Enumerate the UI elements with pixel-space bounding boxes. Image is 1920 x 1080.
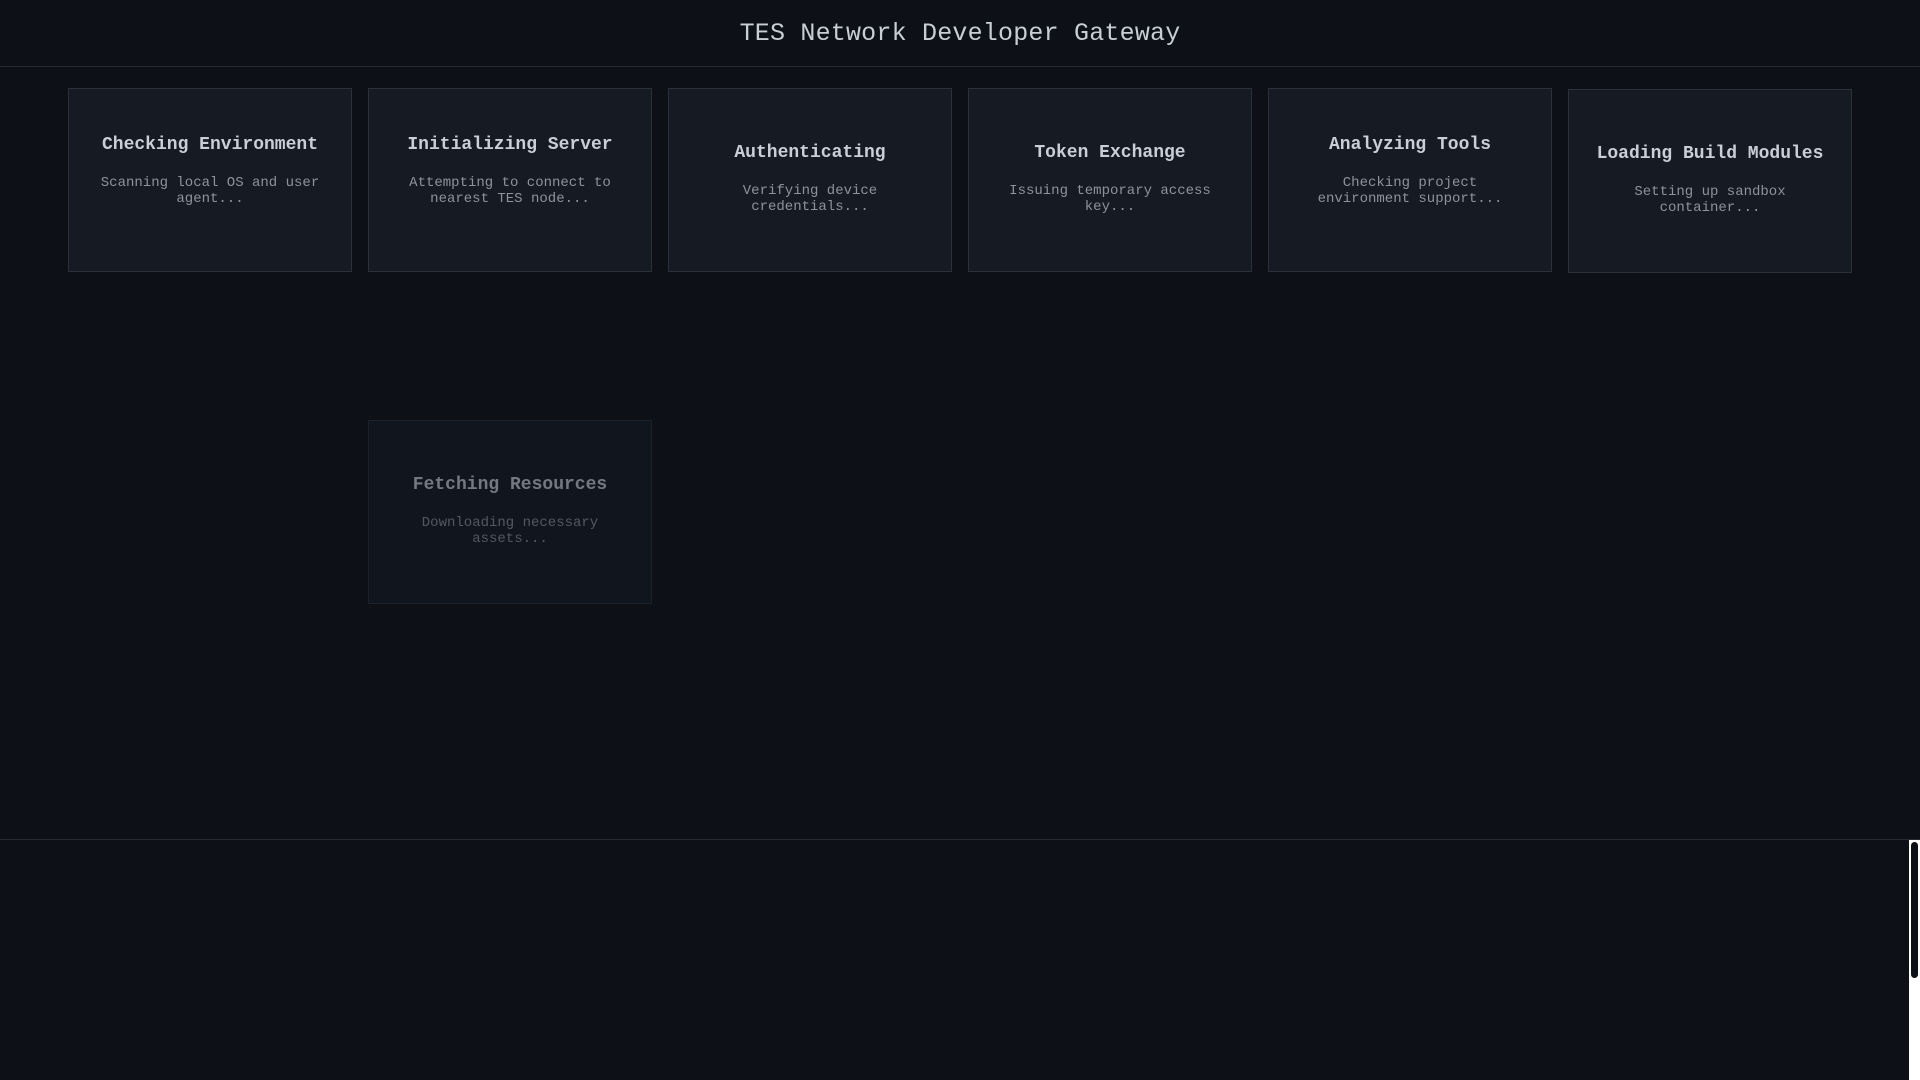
card-title: Token Exchange bbox=[1034, 143, 1186, 163]
page-title: TES Network Developer Gateway bbox=[739, 18, 1181, 48]
status-card-token-exchange: Token Exchange Issuing temporary access … bbox=[968, 88, 1252, 272]
card-title: Analyzing Tools bbox=[1328, 135, 1492, 155]
card-description: Verifying device credentials... bbox=[742, 183, 878, 215]
status-card-initializing-server: Initializing Server Attempting to connec… bbox=[368, 88, 652, 272]
section-divider bbox=[0, 839, 1920, 840]
card-title: Initializing Server bbox=[407, 135, 613, 155]
card-description: Checking project environment support... bbox=[1317, 175, 1503, 207]
card-description: Attempting to connect to nearest TES nod… bbox=[409, 175, 611, 207]
card-title: Authenticating bbox=[734, 143, 886, 163]
status-card-analyzing-tools: Analyzing Tools Checking project environ… bbox=[1268, 88, 1552, 272]
page-header: TES Network Developer Gateway bbox=[0, 0, 1920, 67]
card-description: Setting up sandbox container... bbox=[1634, 184, 1786, 216]
card-description: Downloading necessary assets... bbox=[421, 515, 599, 547]
card-title: Checking Environment bbox=[101, 135, 319, 155]
status-card-authenticating: Authenticating Verifying device credenti… bbox=[668, 88, 952, 272]
status-card-checking-environment: Checking Environment Scanning local OS a… bbox=[68, 88, 352, 272]
card-title: Fetching Resources bbox=[412, 475, 608, 495]
card-title: Loading Build Modules bbox=[1596, 144, 1824, 164]
card-description: Scanning local OS and user agent... bbox=[100, 175, 320, 207]
card-description: Issuing temporary access key... bbox=[1009, 183, 1211, 215]
status-card-fetching-resources: Fetching Resources Downloading necessary… bbox=[368, 420, 652, 604]
scrollbar-thumb[interactable] bbox=[1911, 842, 1918, 978]
status-card-loading-build-modules: Loading Build Modules Setting up sandbox… bbox=[1568, 89, 1852, 273]
